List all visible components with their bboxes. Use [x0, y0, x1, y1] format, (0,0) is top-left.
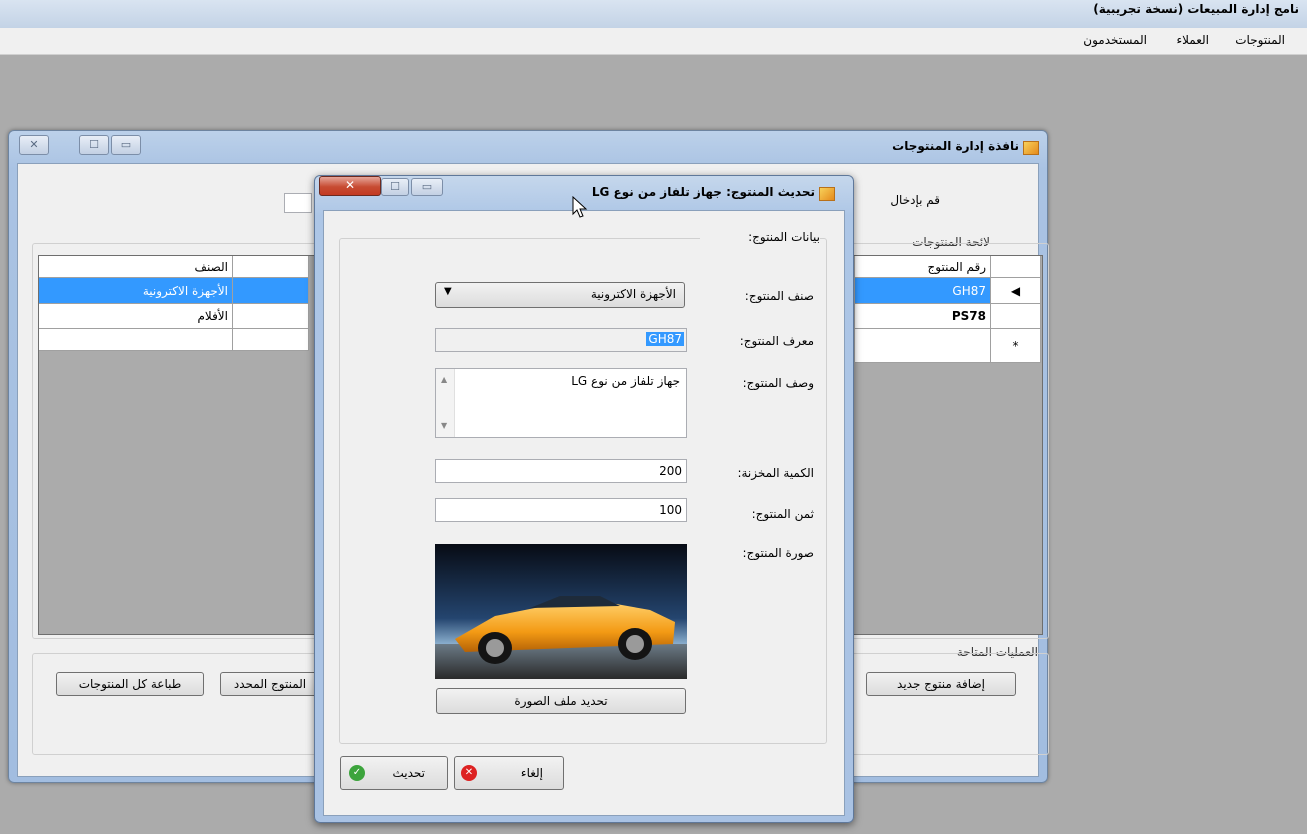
choose-image-button[interactable]: تحديد ملف الصورة: [436, 688, 686, 714]
description-label: وصف المنتوج:: [742, 376, 814, 390]
app-title: نامج إدارة المبيعات (نسخة تجريبية): [1093, 2, 1299, 16]
update-button[interactable]: ✓ تحديث: [340, 756, 448, 790]
table-cell[interactable]: GH87: [855, 278, 991, 304]
image-label: صورة المنتوج:: [742, 546, 814, 560]
scroll-down-icon[interactable]: ▼: [441, 421, 447, 430]
table-cell[interactable]: [855, 329, 991, 363]
id-label: معرف المنتوج:: [739, 334, 814, 348]
app-menubar: المنتوجات العملاء المستخدمون: [0, 28, 1307, 55]
column-header: [233, 256, 309, 278]
close-icon[interactable]: ✕: [19, 135, 49, 155]
category-select-value: الأجهزة الاكترونية: [590, 287, 676, 301]
print-all-button[interactable]: طباعة كل المنتوجات: [56, 672, 204, 696]
table-cell[interactable]: [233, 304, 309, 329]
add-product-button[interactable]: إضافة منتوج جديد: [866, 672, 1016, 696]
table-cell[interactable]: [233, 278, 309, 304]
mouse-cursor-icon: [572, 196, 588, 218]
search-prompt: قم بإدخال: [890, 193, 940, 207]
menu-customers[interactable]: العملاء: [1176, 33, 1209, 47]
window-icon: [1023, 141, 1039, 155]
category-label: صنف المنتوج:: [744, 289, 814, 303]
table-cell[interactable]: [39, 329, 233, 351]
app-titlebar: نامج إدارة المبيعات (نسخة تجريبية): [0, 0, 1307, 29]
print-selected-button[interactable]: المنتوج المحدد: [220, 672, 320, 696]
product-image: [435, 544, 687, 679]
category-select[interactable]: الأجهزة الاكترونية ▼: [435, 282, 685, 308]
table-cell[interactable]: الأفلام: [39, 304, 233, 329]
product-id-field[interactable]: GH87: [435, 328, 687, 352]
column-header-category[interactable]: الصنف: [39, 256, 233, 278]
row-selector[interactable]: [991, 304, 1041, 329]
cancel-icon: ✕: [461, 765, 477, 781]
quantity-field[interactable]: 200: [435, 459, 687, 483]
cancel-label: إلغاء: [520, 766, 543, 780]
grid-corner: [991, 256, 1041, 278]
description-value: جهاز تلفاز من نوع LG: [571, 374, 680, 388]
scroll-up-icon[interactable]: ▲: [441, 375, 447, 384]
new-row-marker[interactable]: *: [991, 329, 1041, 363]
description-field[interactable]: جهاز تلفاز من نوع LG ▲ ▼: [435, 368, 687, 438]
column-header-number[interactable]: رقم المنتوج: [855, 256, 991, 278]
search-input[interactable]: [284, 193, 312, 213]
table-cell[interactable]: PS78: [855, 304, 991, 329]
window-title: نافذة إدارة المنتوجات: [892, 139, 1019, 153]
price-label: ثمن المنتوج:: [751, 507, 814, 521]
menu-users[interactable]: المستخدمون: [1083, 33, 1147, 47]
car-photo: [435, 544, 687, 679]
minimize-icon[interactable]: ▭: [411, 178, 443, 196]
chevron-down-icon: ▼: [444, 286, 452, 297]
maximize-icon[interactable]: ☐: [381, 178, 409, 196]
cancel-button[interactable]: ✕ إلغاء: [454, 756, 564, 790]
menu-products[interactable]: المنتوجات: [1235, 33, 1285, 47]
product-id-value: GH87: [646, 332, 684, 346]
quantity-label: الكمية المخزنة:: [737, 466, 814, 480]
maximize-icon[interactable]: ☐: [79, 135, 109, 155]
minimize-icon[interactable]: ▭: [111, 135, 141, 155]
row-selector-arrow[interactable]: ◀: [991, 278, 1041, 304]
product-data-label: بيانات المنتوج:: [700, 230, 820, 244]
check-icon: ✓: [349, 765, 365, 781]
scrollbar[interactable]: ▲ ▼: [436, 369, 455, 437]
close-icon[interactable]: ✕: [319, 176, 381, 196]
dialog-icon: [819, 187, 835, 201]
table-cell[interactable]: [233, 329, 309, 351]
update-label: تحديث: [392, 766, 425, 780]
price-field[interactable]: 100: [435, 498, 687, 522]
table-cell[interactable]: الأجهزة الاكترونية: [39, 278, 233, 304]
dialog-title: تحديث المنتوج: جهاز تلفاز من نوع LG: [591, 185, 815, 199]
